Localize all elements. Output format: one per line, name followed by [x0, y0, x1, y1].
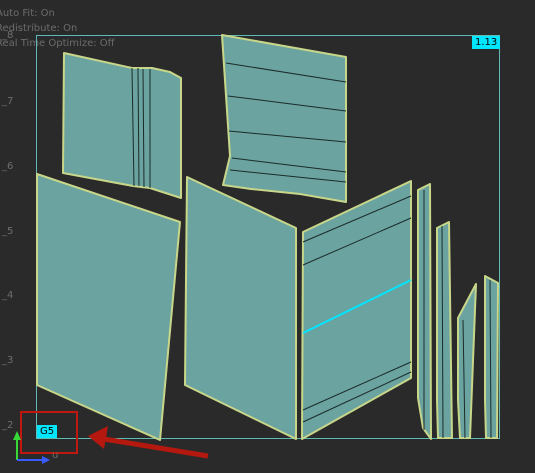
grid-tile-badge: G5: [37, 425, 58, 438]
u-axis-arrow-icon: [42, 456, 50, 464]
uv-island-2[interactable]: [221, 34, 347, 203]
uv-density-badge: 1.13: [472, 36, 501, 49]
uv-island-4[interactable]: [184, 176, 297, 440]
uv-island-8[interactable]: [457, 283, 477, 439]
uv-viewport[interactable]: [0, 0, 535, 473]
uv-island-1[interactable]: [62, 52, 182, 199]
uv-island-9[interactable]: [484, 275, 499, 439]
u-axis-label: u: [52, 450, 59, 461]
annotation-arrow-head: [88, 426, 108, 449]
v-axis-arrow-icon: [13, 431, 21, 440]
annotation-arrow-shaft: [103, 436, 209, 459]
uv-island-7[interactable]: [436, 221, 453, 439]
uv-island-3[interactable]: [36, 173, 181, 441]
